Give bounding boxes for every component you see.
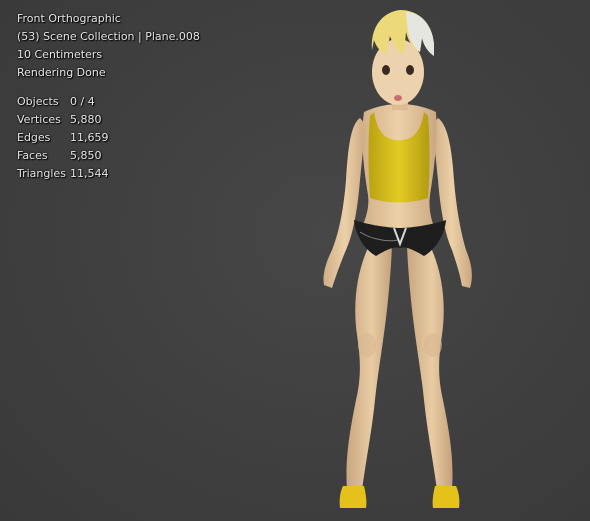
character-model[interactable] (300, 0, 500, 521)
left-shoe (339, 486, 367, 508)
left-leg (346, 240, 392, 490)
stat-label: Faces (17, 149, 48, 162)
stat-triangles: Triangles 11,544 (17, 165, 109, 183)
stat-label: Vertices (17, 113, 61, 126)
stat-value: 11,659 (70, 131, 109, 144)
render-status: Rendering Done (17, 66, 106, 79)
stat-value: 0 / 4 (70, 95, 95, 108)
right-arm (432, 118, 472, 288)
stat-value: 5,880 (70, 113, 102, 126)
stat-label: Edges (17, 131, 51, 144)
right-shoe (432, 486, 460, 508)
stat-edges: Edges 11,659 (17, 129, 109, 147)
stat-objects: Objects 0 / 4 (17, 93, 95, 111)
stat-faces: Faces 5,850 (17, 147, 102, 165)
grid-scale: 10 Centimeters (17, 48, 103, 61)
right-leg (407, 240, 453, 490)
collection-info: (53) Scene Collection | Plane.008 (17, 30, 200, 43)
stat-value: 11,544 (70, 167, 109, 180)
left-arm (323, 118, 366, 288)
stat-vertices: Vertices 5,880 (17, 111, 102, 129)
stat-value: 5,850 (70, 149, 102, 162)
view-name: Front Orthographic (17, 12, 121, 25)
3d-viewport[interactable]: Front Orthographic (53) Scene Collection… (0, 0, 590, 521)
stat-label: Objects (17, 95, 59, 108)
stat-label: Triangles (17, 167, 66, 180)
